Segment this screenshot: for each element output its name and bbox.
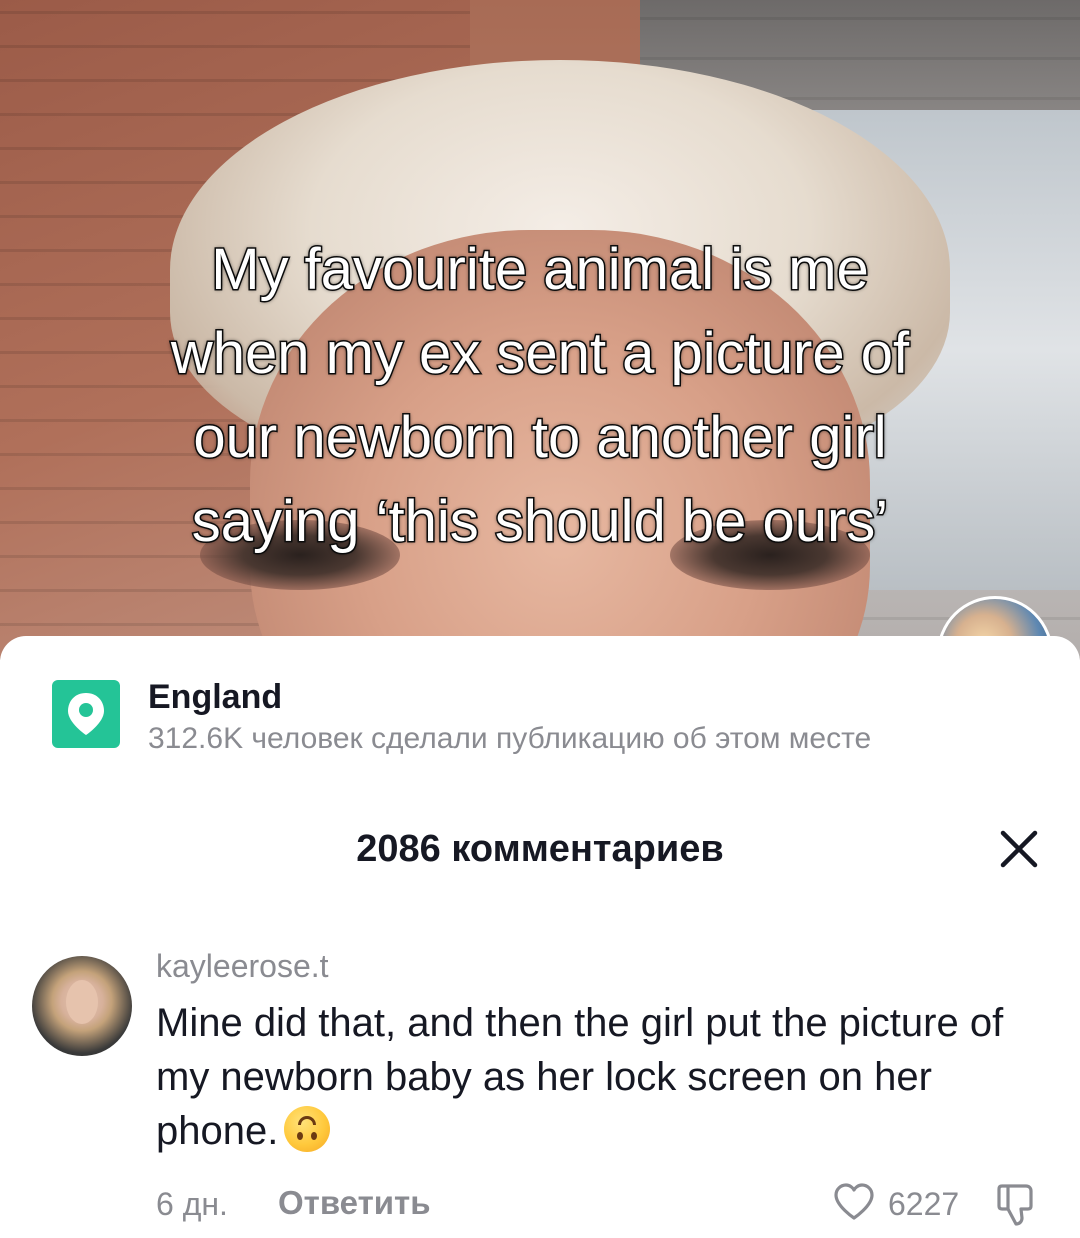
location-title: England <box>148 678 283 716</box>
comments-count-title: 2086 комментариев <box>356 828 724 870</box>
comment-body: Mine did that, and then the girl put the… <box>156 1001 1004 1153</box>
video-player[interactable]: My favourite animal is me when my ex sen… <box>0 0 1080 660</box>
caption-line: our newborn to another girl <box>192 404 888 472</box>
upside-down-face-emoji-icon <box>284 1106 331 1152</box>
comment-username[interactable]: kayleerose.t <box>156 948 329 985</box>
comment-item: kayleerose.t Mine did that, and then the… <box>0 948 1080 1238</box>
thumbs-down-icon[interactable] <box>994 1180 1038 1233</box>
close-icon[interactable] <box>996 826 1042 872</box>
comment-meta-row: 6 дн. Ответить 6227 <box>156 1180 1056 1230</box>
commenter-avatar[interactable] <box>32 956 132 1056</box>
avatar-face-shape <box>66 980 98 1024</box>
caption-line: when my ex sent a picture of <box>169 320 910 388</box>
caption-line: saying ‘this should be ours’ <box>190 488 889 556</box>
video-caption-overlay: My favourite animal is me when my ex sen… <box>0 228 1080 564</box>
comments-sheet: England 312.6K человек сделали публикаци… <box>0 636 1080 1236</box>
location-row[interactable]: England 312.6K человек сделали публикаци… <box>52 678 1052 758</box>
reply-button[interactable]: Ответить <box>278 1184 431 1222</box>
caption-line: My favourite animal is me <box>210 236 871 304</box>
heart-outline-icon[interactable] <box>832 1180 876 1229</box>
comment-time: 6 дн. <box>156 1186 228 1222</box>
map-pin-icon <box>52 680 120 748</box>
like-count: 6227 <box>888 1186 960 1222</box>
location-subtitle: 312.6K человек сделали публикацию об это… <box>148 722 872 755</box>
comment-text: Mine did that, and then the girl put the… <box>156 996 1056 1158</box>
